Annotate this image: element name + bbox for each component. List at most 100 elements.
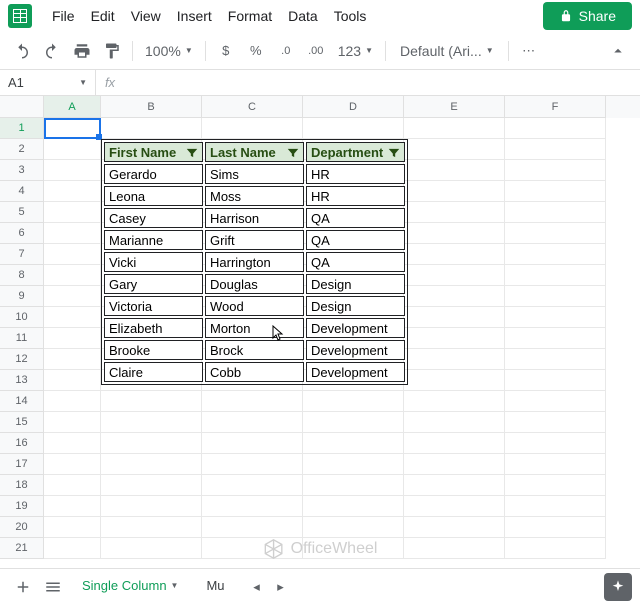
table-cell[interactable]: Harrington [205, 252, 304, 272]
cell[interactable] [505, 286, 606, 307]
redo-button[interactable] [38, 38, 66, 64]
cell[interactable] [404, 244, 505, 265]
table-cell[interactable]: QA [306, 252, 405, 272]
cell[interactable] [101, 412, 202, 433]
menu-edit[interactable]: Edit [83, 4, 123, 28]
cell[interactable] [101, 391, 202, 412]
cell[interactable] [44, 538, 101, 559]
filter-icon[interactable] [286, 146, 300, 160]
col-header-f[interactable]: F [505, 96, 606, 118]
menu-insert[interactable]: Insert [169, 4, 220, 28]
cell[interactable] [202, 538, 303, 559]
table-cell[interactable]: Sims [205, 164, 304, 184]
cell[interactable] [505, 517, 606, 538]
row-header[interactable]: 20 [0, 517, 44, 538]
cell[interactable] [303, 538, 404, 559]
paint-format-button[interactable] [98, 38, 126, 64]
cell[interactable] [44, 265, 101, 286]
cell[interactable] [303, 118, 404, 139]
cell[interactable] [505, 328, 606, 349]
row-header[interactable]: 14 [0, 391, 44, 412]
cell[interactable] [44, 244, 101, 265]
cell[interactable] [404, 454, 505, 475]
number-format-select[interactable]: 123 ▼ [332, 43, 379, 59]
table-cell[interactable]: Elizabeth [104, 318, 203, 338]
font-select[interactable]: Default (Ari... ▼ [392, 43, 502, 59]
cell[interactable] [505, 307, 606, 328]
menu-view[interactable]: View [123, 4, 169, 28]
row-header[interactable]: 4 [0, 181, 44, 202]
cell[interactable] [505, 433, 606, 454]
table-cell[interactable]: Leona [104, 186, 203, 206]
cell[interactable] [505, 244, 606, 265]
table-cell[interactable]: Marianne [104, 230, 203, 250]
menu-format[interactable]: Format [220, 4, 280, 28]
select-all-corner[interactable] [0, 96, 44, 118]
cell[interactable] [202, 496, 303, 517]
row-header[interactable]: 1 [0, 118, 44, 139]
tab-next-button[interactable]: ▸ [269, 574, 293, 600]
cell[interactable] [505, 181, 606, 202]
table-cell[interactable]: Victoria [104, 296, 203, 316]
cell[interactable] [404, 286, 505, 307]
cell[interactable] [44, 517, 101, 538]
cell[interactable] [505, 223, 606, 244]
cell[interactable] [303, 475, 404, 496]
row-header[interactable]: 10 [0, 307, 44, 328]
cell[interactable] [404, 391, 505, 412]
table-cell[interactable]: QA [306, 208, 405, 228]
name-box[interactable]: A1 ▼ [0, 70, 96, 95]
cell[interactable] [101, 475, 202, 496]
cell[interactable] [505, 265, 606, 286]
cell[interactable] [202, 391, 303, 412]
cell[interactable] [44, 349, 101, 370]
cell[interactable] [44, 139, 101, 160]
table-cell[interactable]: Brooke [104, 340, 203, 360]
table-cell[interactable]: Gerardo [104, 164, 203, 184]
table-cell[interactable]: HR [306, 186, 405, 206]
cell[interactable] [505, 139, 606, 160]
table-header[interactable]: First Name [104, 142, 203, 162]
row-header[interactable]: 5 [0, 202, 44, 223]
cell[interactable] [101, 517, 202, 538]
cell[interactable] [44, 433, 101, 454]
row-header[interactable]: 3 [0, 160, 44, 181]
row-header[interactable]: 13 [0, 370, 44, 391]
explore-button[interactable] [604, 573, 632, 601]
table-cell[interactable]: HR [306, 164, 405, 184]
more-tools-button[interactable]: ⋯ [515, 38, 543, 64]
cell[interactable] [303, 391, 404, 412]
table-cell[interactable]: Development [306, 318, 405, 338]
cell[interactable] [404, 370, 505, 391]
cell[interactable] [404, 139, 505, 160]
cell[interactable] [44, 496, 101, 517]
dec-increase-button[interactable]: .00 [302, 38, 330, 64]
cell[interactable] [101, 496, 202, 517]
col-header-a[interactable]: A [44, 96, 101, 118]
cell[interactable] [505, 496, 606, 517]
cell[interactable] [303, 454, 404, 475]
cell[interactable] [101, 433, 202, 454]
table-cell[interactable]: Design [306, 274, 405, 294]
menu-file[interactable]: File [44, 4, 83, 28]
sheet-tab-next[interactable]: Mu [192, 572, 238, 601]
cell[interactable] [505, 391, 606, 412]
table-cell[interactable]: Casey [104, 208, 203, 228]
sheet-tab-active[interactable]: Single Column ▼ [68, 572, 192, 601]
cell[interactable] [505, 370, 606, 391]
table-cell[interactable]: Claire [104, 362, 203, 382]
cell[interactable] [44, 328, 101, 349]
cell[interactable] [44, 223, 101, 244]
cell[interactable] [404, 118, 505, 139]
cell[interactable] [44, 160, 101, 181]
cell[interactable] [505, 454, 606, 475]
cell[interactable] [44, 391, 101, 412]
cell[interactable] [404, 202, 505, 223]
cell[interactable] [44, 370, 101, 391]
collapse-toolbar-button[interactable] [604, 38, 632, 64]
table-cell[interactable]: Design [306, 296, 405, 316]
add-sheet-button[interactable] [8, 573, 38, 601]
cell[interactable] [404, 328, 505, 349]
print-button[interactable] [68, 38, 96, 64]
percent-button[interactable]: % [242, 38, 270, 64]
